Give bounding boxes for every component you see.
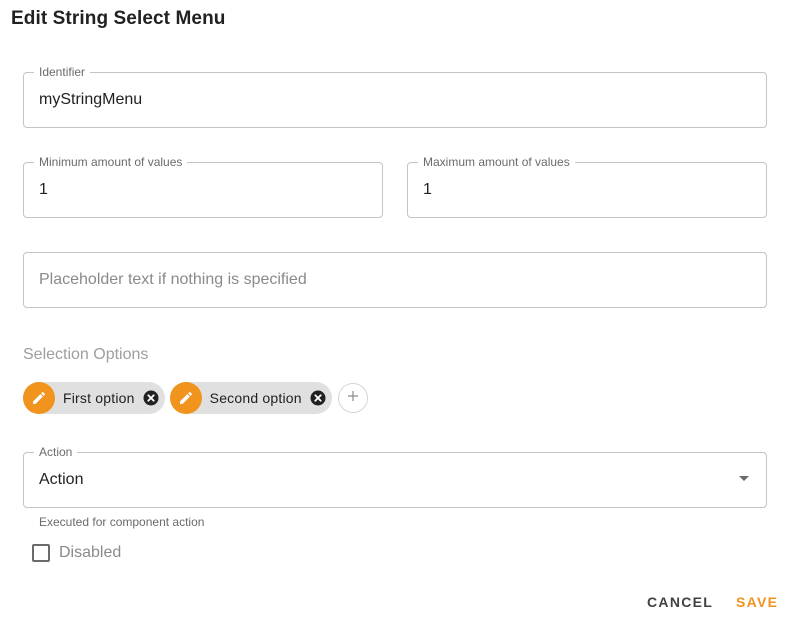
min-values-label: Minimum amount of values	[34, 155, 188, 169]
option-chip-first[interactable]: First option	[23, 382, 165, 414]
max-values-field[interactable]: Maximum amount of values 1	[407, 155, 767, 218]
placeholder-field[interactable]: Placeholder text if nothing is specified	[23, 252, 767, 308]
dialog-title: Edit String Select Menu	[11, 8, 226, 29]
save-button[interactable]: SAVE	[736, 594, 778, 610]
max-values-label: Maximum amount of values	[418, 155, 575, 169]
option-chips: First option Second option	[23, 382, 368, 414]
identifier-field[interactable]: Identifier myStringMenu	[23, 65, 767, 128]
identifier-value: myStringMenu	[39, 91, 143, 108]
close-circle-icon[interactable]	[310, 390, 326, 406]
cancel-button[interactable]: CANCEL	[647, 594, 713, 610]
close-circle-icon[interactable]	[143, 390, 159, 406]
caret-down-icon	[739, 476, 749, 481]
action-select[interactable]: Action Action	[23, 445, 767, 508]
edit-string-select-menu-dialog: Edit String Select Menu Identifier myStr…	[0, 0, 791, 623]
pencil-icon[interactable]	[169, 382, 202, 414]
placeholder-hint: Placeholder text if nothing is specified	[39, 271, 307, 288]
plus-icon	[347, 389, 359, 407]
min-values-value: 1	[39, 181, 48, 198]
disabled-label: Disabled	[59, 544, 122, 561]
add-option-button[interactable]	[337, 383, 368, 413]
max-values-value: 1	[423, 181, 432, 198]
option-chip-second[interactable]: Second option	[169, 382, 332, 414]
option-chip-label: Second option	[209, 390, 302, 406]
disabled-checkbox-row[interactable]: Disabled	[32, 543, 121, 563]
selection-options-label: Selection Options	[23, 346, 149, 363]
min-values-field[interactable]: Minimum amount of values 1	[23, 155, 383, 218]
disabled-checkbox[interactable]	[32, 544, 50, 562]
action-helper-text: Executed for component action	[39, 515, 205, 529]
pencil-icon[interactable]	[23, 382, 55, 414]
action-value: Action	[39, 471, 84, 488]
option-chip-label: First option	[63, 390, 135, 406]
